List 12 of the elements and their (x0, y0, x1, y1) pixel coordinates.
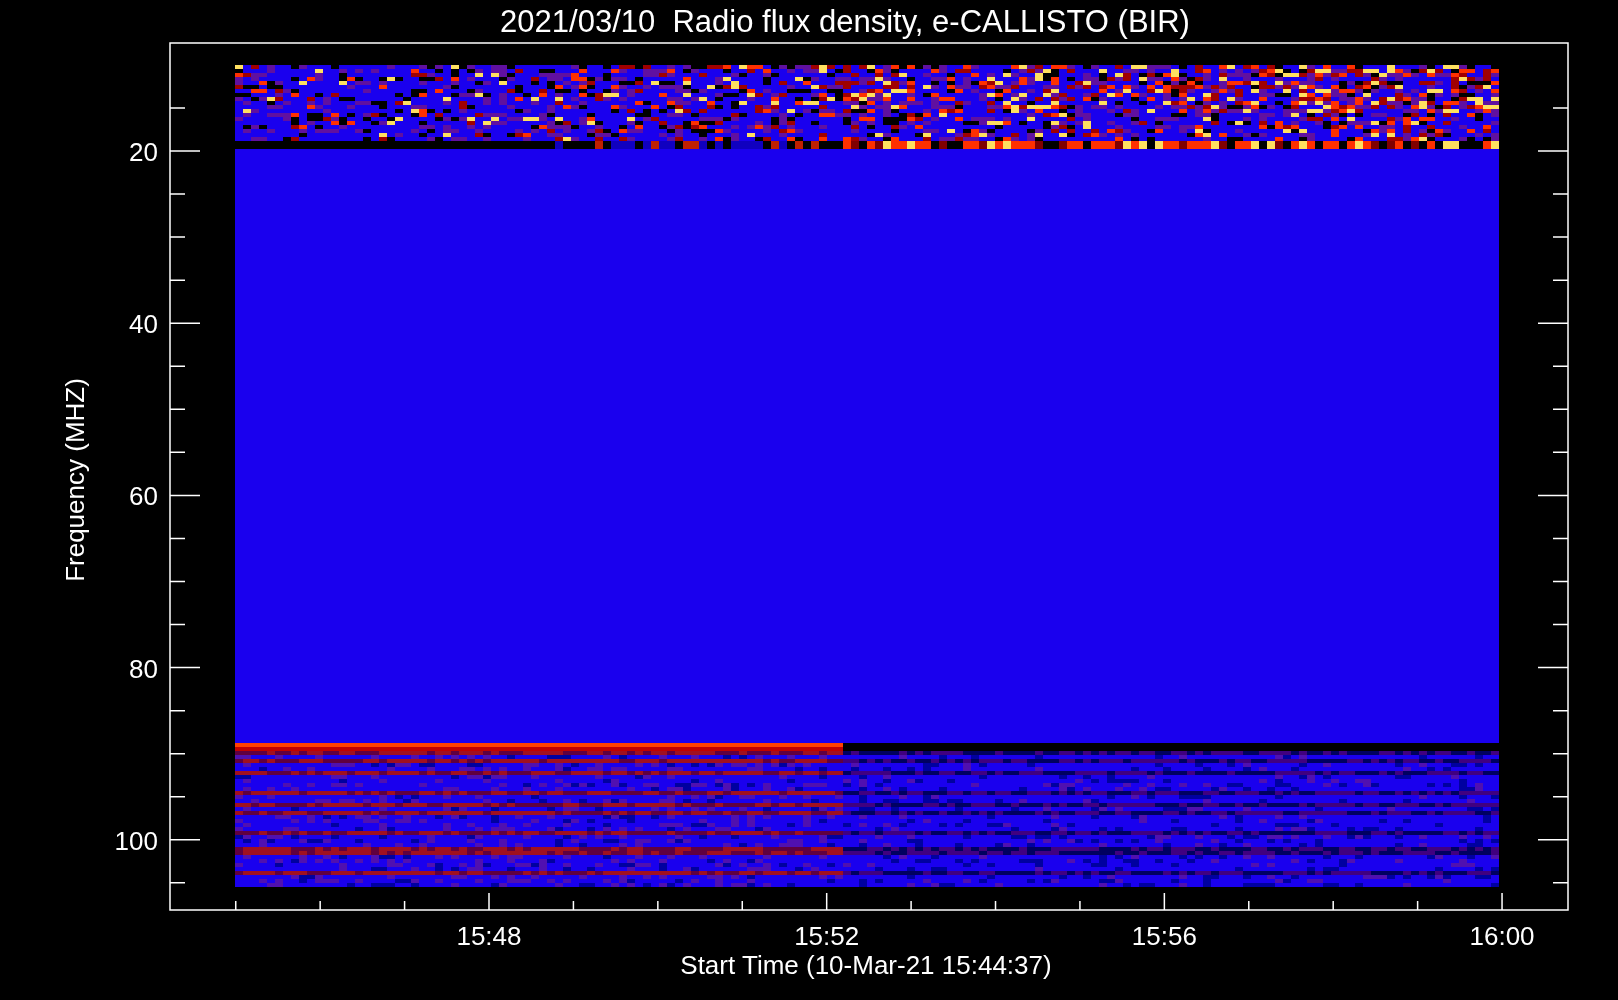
x-tick-label: 16:00 (1469, 921, 1535, 951)
x-axis-label: Start Time (10-Mar-21 15:44:37) (680, 950, 1052, 980)
y-tick-label: 60 (129, 481, 158, 512)
x-tick-label: 15:52 (794, 921, 860, 951)
x-tick-label: 15:56 (1131, 921, 1197, 951)
x-tick-label: 15:48 (456, 921, 522, 951)
chart-title: 2021/03/10 Radio flux density, e-CALLISTO (BIR) (500, 4, 1190, 39)
y-tick-label: 40 (129, 309, 158, 340)
y-tick-label: 100 (114, 825, 158, 856)
y-tick-label: 80 (129, 653, 158, 684)
y-tick-label: 20 (129, 137, 158, 167)
y-axis-label: Frequency (MHZ) (60, 378, 90, 582)
